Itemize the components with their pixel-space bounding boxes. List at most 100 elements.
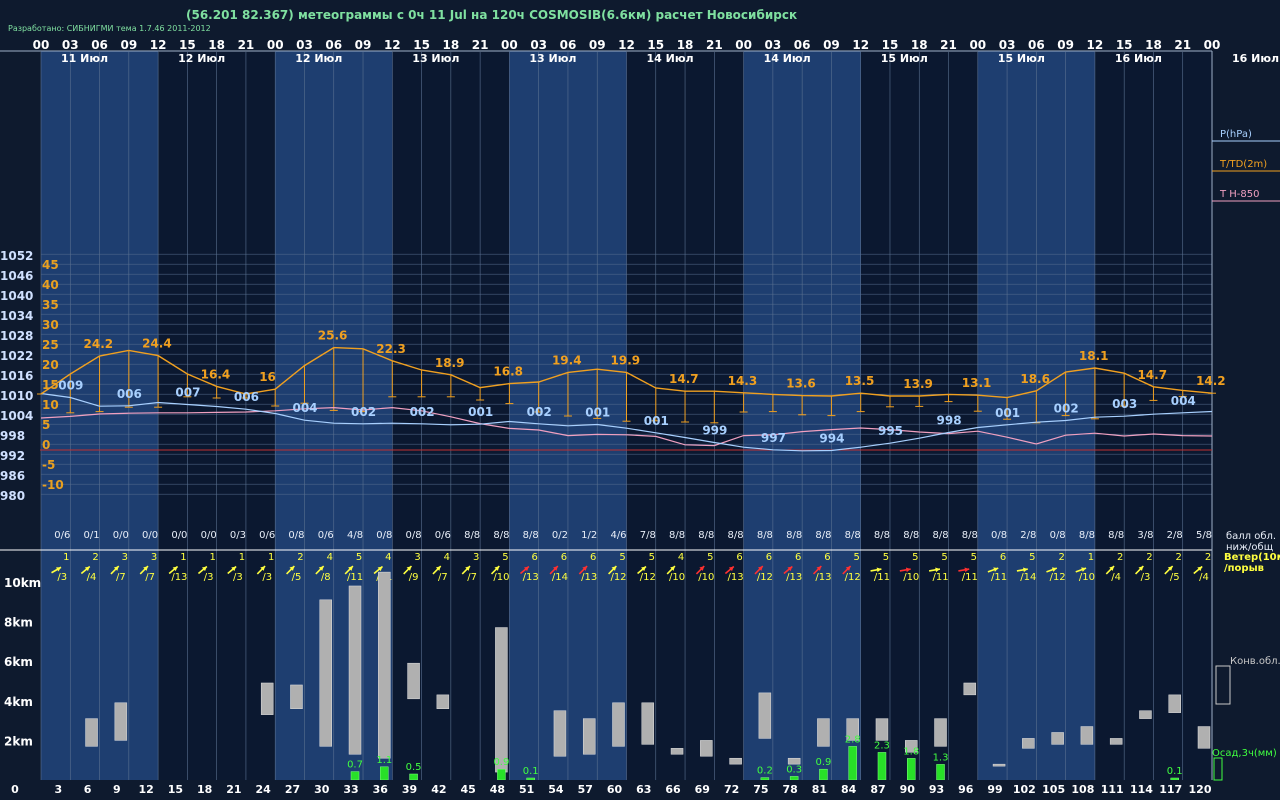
convective-cloud-bar bbox=[612, 702, 625, 747]
pressure-tick: 1046 bbox=[0, 269, 33, 283]
date-label: 13 Июл bbox=[529, 52, 576, 65]
cloud-cover-value: 8/8 bbox=[815, 530, 831, 541]
hour-tick: 18 bbox=[911, 38, 928, 52]
wind-gust: /8 bbox=[321, 572, 331, 583]
lead-hour-tick: 99 bbox=[987, 783, 1002, 796]
hour-tick: 21 bbox=[238, 38, 255, 52]
date-label: 16 Июл bbox=[1232, 52, 1279, 65]
pressure-label: 001 bbox=[644, 414, 669, 428]
convective-cloud-bar bbox=[1080, 726, 1094, 745]
cloud-cover-value: 0/0 bbox=[142, 530, 158, 541]
temperature-tick: 20 bbox=[42, 358, 59, 372]
lead-hour-tick: 108 bbox=[1071, 783, 1094, 796]
wind-speed: 2 bbox=[297, 552, 303, 563]
temperature-tick: 25 bbox=[42, 338, 59, 352]
lead-hour-tick: 0 bbox=[11, 783, 19, 796]
cloud-cover-value: 8/8 bbox=[874, 530, 890, 541]
band-114 bbox=[1153, 51, 1184, 780]
pressure-tick: 1052 bbox=[0, 249, 33, 263]
wind-gust: /12 bbox=[610, 572, 626, 583]
temperature-label: 13.5 bbox=[845, 374, 875, 388]
precip-label: 0.2 bbox=[757, 766, 773, 777]
cloud-cover-value: 1/2 bbox=[581, 530, 597, 541]
wind-speed: 2 bbox=[92, 552, 98, 563]
wind-speed: 4 bbox=[678, 552, 684, 563]
wind-gust: /5 bbox=[1170, 572, 1180, 583]
pressure-label: 006 bbox=[117, 387, 142, 401]
convective-cloud-bar bbox=[875, 718, 889, 741]
cloud-cover-value: 2/8 bbox=[1167, 530, 1183, 541]
cloud-cover-value: 0/0 bbox=[171, 530, 187, 541]
cloud-cover-value: 0/1 bbox=[84, 530, 100, 541]
lead-hour-tick: 105 bbox=[1042, 783, 1065, 796]
convective-cloud-bar bbox=[290, 684, 303, 709]
lead-hour-tick: 120 bbox=[1189, 783, 1212, 796]
hour-tick: 12 bbox=[384, 38, 401, 52]
cloud-cover-value: 8/8 bbox=[698, 530, 714, 541]
hour-tick: 03 bbox=[530, 38, 547, 52]
pressure-label: 001 bbox=[468, 405, 493, 419]
credit-line: Разработано: СИБНИГМИ тема 1.7.46 2011-2… bbox=[8, 24, 211, 33]
cloud-cover-value: 8/8 bbox=[757, 530, 773, 541]
wind-gust: /12 bbox=[1050, 572, 1066, 583]
hour-tick: 18 bbox=[208, 38, 225, 52]
precip-label: 0.9 bbox=[815, 757, 831, 768]
lead-hour-tick: 84 bbox=[841, 783, 857, 796]
cloud-cover-value: 0/8 bbox=[376, 530, 392, 541]
convective-cloud-bar bbox=[1139, 710, 1152, 719]
wind-speed: 2 bbox=[1058, 552, 1064, 563]
lead-hour-tick: 111 bbox=[1101, 783, 1124, 796]
hour-tick: 06 bbox=[794, 38, 811, 52]
hour-tick: 21 bbox=[472, 38, 489, 52]
band-66 bbox=[685, 51, 715, 780]
wind-gust: /10 bbox=[698, 572, 714, 583]
temperature-label: 19.9 bbox=[611, 353, 641, 367]
wind-speed: 6 bbox=[766, 552, 772, 563]
hour-tick: 06 bbox=[91, 38, 108, 52]
precip-label: 0.1 bbox=[523, 766, 539, 777]
convective-cloud-bar bbox=[319, 599, 332, 747]
pressure-label: 997 bbox=[761, 431, 786, 445]
wind-speed: 6 bbox=[561, 552, 567, 563]
convective-cloud-bar bbox=[963, 682, 977, 696]
temperature-label: 14.3 bbox=[728, 374, 758, 388]
lead-hour-tick: 78 bbox=[782, 783, 797, 796]
wind-speed: 1 bbox=[1088, 552, 1094, 563]
convective-cloud-bar bbox=[934, 718, 947, 747]
legend-wind-line1: Ветер(10м) bbox=[1224, 552, 1280, 563]
pressure-tick: 1022 bbox=[0, 349, 33, 363]
precip-label: 2.8 bbox=[845, 734, 861, 745]
lead-hour-tick: 3 bbox=[54, 783, 62, 796]
lead-hour-tick: 57 bbox=[578, 783, 593, 796]
lead-hour-tick: 27 bbox=[285, 783, 300, 796]
hour-tick: 15 bbox=[647, 38, 664, 52]
temperature-label: 14.2 bbox=[1196, 374, 1226, 388]
precip-bar bbox=[789, 776, 799, 781]
wind-speed: 2 bbox=[1205, 552, 1211, 563]
wind-gust: /13 bbox=[728, 572, 744, 583]
lead-hour-tick: 21 bbox=[226, 783, 241, 796]
wind-gust: /13 bbox=[581, 572, 597, 583]
wind-gust: /10 bbox=[669, 572, 685, 583]
cloud-cover-value: 8/8 bbox=[1108, 530, 1124, 541]
pressure-label: 998 bbox=[937, 414, 962, 428]
pressure-tick: 992 bbox=[0, 449, 25, 463]
hour-tick: 06 bbox=[325, 38, 342, 52]
cloud-cover-value: 2/8 bbox=[1020, 530, 1036, 541]
cloud-cover-value: 8/8 bbox=[464, 530, 480, 541]
convective-cloud-bar bbox=[787, 757, 801, 765]
cloud-cover-value: 0/8 bbox=[991, 530, 1007, 541]
legend-precip: Осад,3ч(мм) bbox=[1212, 748, 1277, 759]
lead-hour-tick: 54 bbox=[548, 783, 564, 796]
hour-tick: 18 bbox=[442, 38, 459, 52]
hour-tick: 18 bbox=[677, 38, 694, 52]
cloud-cover-value: 8/8 bbox=[845, 530, 861, 541]
wind-gust: /3 bbox=[204, 572, 214, 583]
hour-tick: 03 bbox=[296, 38, 313, 52]
cloud-cover-value: 8/8 bbox=[669, 530, 685, 541]
lead-hour-tick: 72 bbox=[724, 783, 739, 796]
height-tick: 10km bbox=[4, 576, 41, 590]
wind-speed: 3 bbox=[122, 552, 128, 563]
wind-gust: /11 bbox=[347, 572, 363, 583]
precip-bar bbox=[409, 773, 418, 781]
